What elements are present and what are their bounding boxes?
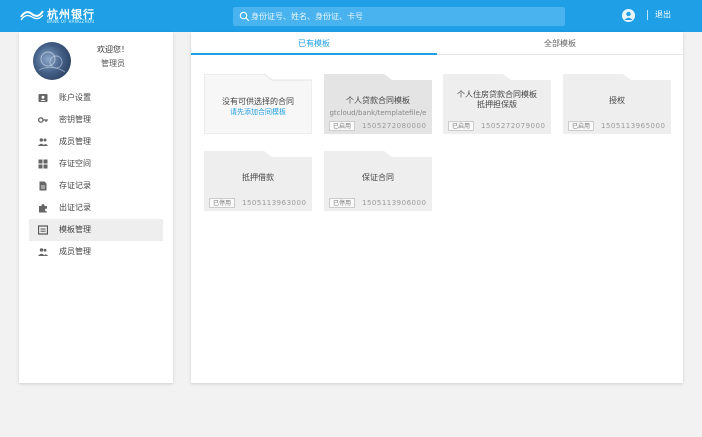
card-meta: 已停用 1505113963000	[209, 198, 309, 208]
bank-logo[interactable]: 杭州银行 BANK OF HANGZHOU	[20, 5, 100, 27]
card-meta: 已启用 1505272079000	[448, 121, 548, 131]
template-icon	[38, 225, 48, 235]
sidebar-item-certificates[interactable]: 出证记录	[29, 197, 163, 219]
people-icon	[38, 138, 48, 146]
sidebar-item-label: 模板管理	[59, 225, 91, 234]
template-tabs: 已有模板 全部模板	[191, 32, 683, 55]
status-badge: 已启用	[448, 121, 475, 131]
sidebar-item-members[interactable]: 成员管理	[29, 131, 163, 153]
key-icon	[38, 117, 48, 123]
sidebar-nav: 账户设置 密钥管理 成员管理 存证空间 存证记录 出证记录 模板管理 成员管理	[29, 87, 163, 263]
template-card[interactable]: 个人贷款合同模板 gtcloud/bank/templatefile/e 已启用…	[324, 74, 432, 134]
card-number: 1505272079000	[481, 122, 546, 130]
card-link[interactable]: 请先添加合同模板	[208, 107, 308, 117]
card-number: 1505113963000	[242, 199, 307, 207]
sidebar-item-label: 密钥管理	[59, 115, 91, 124]
sidebar-item-groups[interactable]: 成员管理	[29, 241, 163, 263]
tab-all-templates[interactable]: 全部模板	[437, 32, 683, 55]
sidebar-item-keys[interactable]: 密钥管理	[29, 109, 163, 131]
status-badge: 已启用	[329, 121, 356, 131]
header-divider	[647, 10, 648, 20]
card-meta: 已启用 1505272080000	[329, 121, 429, 131]
status-badge: 已停用	[329, 198, 356, 208]
sidebar-item-label: 存证记录	[59, 181, 91, 190]
status-badge: 已停用	[209, 198, 236, 208]
sidebar-item-account[interactable]: 账户设置	[29, 87, 163, 109]
puzzle-icon	[39, 204, 47, 213]
sidebar-item-records[interactable]: 存证记录	[29, 175, 163, 197]
template-card[interactable]: 抵押借款 已停用 1505113963000	[204, 151, 312, 211]
card-number: 1505272080000	[362, 122, 427, 130]
card-number: 1505113906000	[362, 199, 427, 207]
sidebar-item-space[interactable]: 存证空间	[29, 153, 163, 175]
template-card[interactable]: 个人住房贷款合同模板 抵押担保版 已启用 1505272079000	[443, 74, 551, 134]
search-input[interactable]	[251, 9, 551, 24]
sidebar: 欢迎您！ 管理员 账户设置 密钥管理 成员管理 存证空间 存证记录 出证记录 模…	[19, 32, 173, 383]
search-bar[interactable]	[233, 7, 565, 26]
card-title: 个人住房贷款合同模板 抵押担保版	[457, 90, 537, 109]
profile-avatar[interactable]	[33, 42, 71, 80]
sidebar-item-label: 账户设置	[59, 93, 91, 102]
card-title: 保证合同	[362, 173, 394, 182]
grid-icon	[38, 159, 48, 169]
card-title: 授权	[609, 96, 625, 105]
status-badge: 已启用	[568, 121, 595, 131]
sidebar-item-templates[interactable]: 模板管理	[29, 219, 163, 241]
user-avatar-icon[interactable]	[622, 9, 635, 22]
sidebar-item-label: 存证空间	[59, 159, 91, 168]
avatar-pattern-icon	[38, 51, 66, 73]
logout-link[interactable]: 退出	[655, 9, 671, 20]
search-icon	[239, 11, 250, 22]
logo-wave-icon	[20, 10, 44, 21]
template-panel: 已有模板 全部模板 没有可供选择的合同 请先添加合同模板 个人贷款合同模板 gt…	[191, 32, 683, 383]
tab-existing-templates[interactable]: 已有模板	[191, 32, 437, 55]
sidebar-item-label: 成员管理	[59, 137, 91, 146]
card-meta: 已停用 1505113906000	[329, 198, 429, 208]
card-path: gtcloud/bank/templatefile/e	[329, 109, 427, 117]
card-meta: 已启用 1505113965000	[568, 121, 668, 131]
profile-role: 管理员	[101, 59, 125, 68]
sidebar-item-label: 成员管理	[59, 247, 91, 256]
card-title: 抵押借款	[242, 173, 274, 182]
sidebar-item-label: 出证记录	[59, 203, 91, 212]
profile-name: 欢迎您！	[97, 45, 129, 54]
card-title: 个人贷款合同模板	[346, 96, 410, 105]
template-card[interactable]: 保证合同 已停用 1505113906000	[324, 151, 432, 211]
logo-subtext: BANK OF HANGZHOU	[47, 19, 95, 24]
contact-card-icon	[38, 94, 48, 102]
group-icon	[38, 248, 48, 256]
template-card[interactable]: 授权 已启用 1505113965000	[563, 74, 671, 134]
card-number: 1505113965000	[601, 122, 666, 130]
card-title: 没有可供选择的合同	[222, 97, 294, 106]
document-icon	[39, 181, 47, 191]
template-card-empty[interactable]: 没有可供选择的合同 请先添加合同模板	[204, 74, 312, 134]
top-bar: 杭州银行 BANK OF HANGZHOU 退出	[0, 0, 702, 32]
